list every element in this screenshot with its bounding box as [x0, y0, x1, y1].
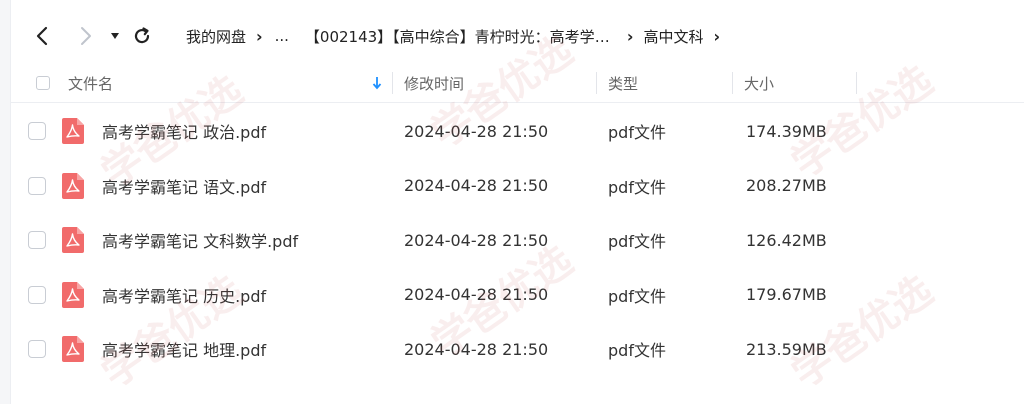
breadcrumb-item-parent-folder[interactable]: 【002143】【高中综合】青柠时光：高考学霸笔记（文科语数史地政、理...	[305, 26, 617, 47]
caret-down-icon	[111, 33, 119, 39]
breadcrumb-item-collapsed[interactable]: ...	[275, 27, 289, 45]
file-list-header: 文件名 修改时间 类型 大小	[10, 64, 1024, 103]
file-name[interactable]: 高考学霸笔记 地理.pdf	[102, 322, 266, 376]
table-row[interactable]: 高考学霸笔记 历史.pdf 2024-04-28 21:50 pdf文件 179.67…	[10, 268, 1024, 322]
file-modified-time: 2024-04-28 21:50	[404, 230, 549, 250]
checkbox-box	[28, 340, 46, 358]
pdf-file-icon	[62, 159, 84, 213]
refresh-icon	[134, 27, 150, 44]
file-size: 179.67MB	[746, 285, 827, 304]
chevron-left-icon	[36, 26, 48, 46]
breadcrumb-item-current[interactable]: 高中文科	[644, 26, 704, 47]
breadcrumb: 我的网盘 › ... 【002143】【高中综合】青柠时光：高考学霸笔记（文科语…	[186, 22, 730, 50]
breadcrumb-item-root[interactable]: 我的网盘	[186, 26, 246, 47]
file-type: pdf文件	[608, 177, 666, 197]
toolbar: 我的网盘 › ... 【002143】【高中综合】青柠时光：高考学霸笔记（文科语…	[10, 0, 1024, 70]
checkbox-box	[28, 176, 46, 195]
file-name[interactable]: 高考学霸笔记 历史.pdf	[102, 268, 266, 322]
column-header-modified[interactable]: 修改时间	[404, 64, 464, 102]
file-name[interactable]: 高考学霸笔记 文科数学.pdf	[102, 213, 298, 267]
checkbox-box	[36, 76, 50, 90]
table-row[interactable]: 高考学霸笔记 文科数学.pdf 2024-04-28 21:50 pdf文件 126.…	[10, 213, 1024, 267]
forward-button[interactable]	[72, 22, 100, 50]
file-size: 208.27MB	[746, 176, 827, 195]
checkbox-box	[28, 285, 46, 304]
row-checkbox[interactable]	[28, 159, 46, 213]
column-divider[interactable]	[732, 72, 733, 94]
column-header-type[interactable]: 类型	[608, 64, 638, 102]
pdf-file-icon	[62, 213, 84, 267]
row-checkbox[interactable]	[28, 213, 46, 267]
file-size: 213.59MB	[746, 339, 827, 359]
file-type: pdf文件	[608, 286, 666, 306]
file-type: pdf文件	[608, 341, 666, 360]
breadcrumb-separator-icon: ›	[256, 26, 263, 46]
table-row[interactable]: 高考学霸笔记 地理.pdf 2024-04-28 21:50 pdf文件 213.59…	[10, 322, 1024, 376]
file-type: pdf文件	[608, 123, 666, 142]
column-divider[interactable]	[596, 72, 597, 94]
row-checkbox[interactable]	[28, 322, 46, 376]
file-modified-time: 2024-04-28 21:50	[404, 339, 549, 359]
column-divider[interactable]	[856, 72, 857, 94]
row-checkbox[interactable]	[28, 268, 46, 322]
file-name[interactable]: 高考学霸笔记 政治.pdf	[102, 104, 266, 158]
file-type: pdf文件	[608, 232, 666, 251]
table-row[interactable]: 高考学霸笔记 语文.pdf 2024-04-28 21:50 pdf文件 208.27…	[10, 159, 1024, 213]
breadcrumb-separator-icon: ›	[713, 26, 721, 46]
file-modified-time: 2024-04-28 21:50	[404, 285, 549, 304]
history-dropdown-button[interactable]	[106, 22, 124, 50]
select-all-checkbox[interactable]	[36, 64, 50, 102]
refresh-button[interactable]	[128, 22, 156, 50]
pdf-file-icon	[62, 104, 84, 158]
column-divider[interactable]	[392, 72, 393, 94]
table-row[interactable]: 高考学霸笔记 政治.pdf 2024-04-28 21:50 pdf文件 174.39…	[10, 104, 1024, 158]
column-header-size[interactable]: 大小	[744, 64, 774, 102]
column-header-name[interactable]: 文件名	[68, 64, 113, 102]
file-modified-time: 2024-04-28 21:50	[404, 121, 549, 141]
arrow-down-icon[interactable]	[372, 76, 382, 94]
checkbox-box	[28, 231, 46, 249]
row-checkbox[interactable]	[28, 104, 46, 158]
back-button[interactable]	[28, 22, 56, 50]
checkbox-box	[28, 122, 46, 140]
pdf-file-icon	[62, 268, 84, 322]
file-size: 126.42MB	[746, 230, 827, 250]
file-name[interactable]: 高考学霸笔记 语文.pdf	[102, 159, 266, 213]
file-size: 174.39MB	[746, 121, 827, 141]
breadcrumb-separator-icon: ›	[626, 26, 634, 46]
pdf-file-icon	[62, 322, 84, 376]
file-modified-time: 2024-04-28 21:50	[404, 176, 549, 195]
chevron-right-icon	[81, 27, 91, 45]
